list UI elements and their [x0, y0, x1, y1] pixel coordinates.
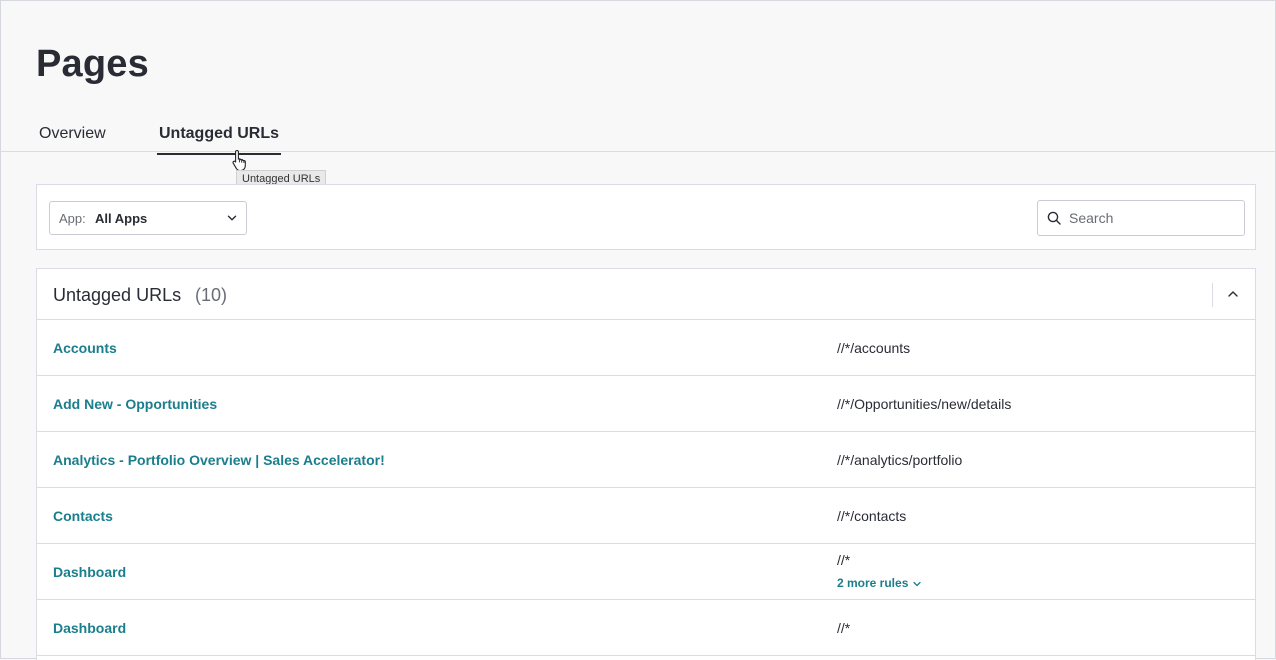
filter-bar: App: All Apps: [36, 184, 1256, 250]
url-rule: //*/contacts: [837, 508, 907, 524]
page-name-link[interactable]: Contacts: [53, 508, 113, 524]
app-filter-value: All Apps: [95, 211, 148, 226]
page-name-link[interactable]: Dashboard: [53, 564, 126, 580]
header-divider: [1212, 283, 1213, 307]
url-rule: //*/analytics/portfolio: [837, 452, 963, 468]
url-rule: //*/Opportunities/new/details: [837, 396, 1012, 412]
table-row: Dashboard //*: [37, 600, 1255, 656]
table-count: (10): [195, 285, 228, 305]
page-name-link[interactable]: Analytics - Portfolio Overview | Sales A…: [53, 452, 385, 468]
page-name-link[interactable]: Accounts: [53, 340, 117, 356]
more-rules-label: 2 more rules: [837, 576, 909, 590]
table-title: Untagged URLs: [53, 285, 182, 305]
table-row: Analytics - Portfolio Overview | Sales A…: [37, 432, 1255, 488]
page-title: Pages: [36, 43, 149, 85]
chevron-down-icon: [227, 215, 237, 221]
tab-untagged-urls[interactable]: Untagged URLs: [157, 125, 281, 155]
table-header: Untagged URLs (10): [37, 269, 1255, 320]
untagged-urls-table: Untagged URLs (10) Accounts //*/accounts…: [36, 268, 1256, 660]
search-input[interactable]: [1069, 208, 1234, 228]
url-rule: //*: [837, 620, 851, 636]
hand-pointer-icon: [232, 149, 246, 171]
url-rule: //*/accounts: [837, 340, 911, 356]
search-icon: [1047, 211, 1061, 225]
table-row: Accounts //*/accounts: [37, 320, 1255, 376]
tab-bar: Overview Untagged URLs: [1, 111, 1275, 155]
page-name-link[interactable]: Add New - Opportunities: [53, 396, 217, 412]
search-box: [1037, 200, 1245, 236]
table-row: Add New - Opportunities //*/Opportunitie…: [37, 376, 1255, 432]
app-filter-label: App:: [59, 211, 86, 226]
tab-overview[interactable]: Overview: [39, 125, 106, 153]
chevron-down-icon: [913, 581, 922, 586]
table-row: Dashboard //* 2 more rules: [37, 544, 1255, 600]
chevron-up-icon[interactable]: [1225, 286, 1241, 302]
url-rule: //*: [837, 552, 851, 568]
page-name-link[interactable]: Dashboard: [53, 620, 126, 636]
table-row: Contacts //*/contacts: [37, 488, 1255, 544]
more-rules-toggle[interactable]: 2 more rules: [837, 576, 922, 590]
app-filter-dropdown[interactable]: App: All Apps: [49, 201, 247, 235]
